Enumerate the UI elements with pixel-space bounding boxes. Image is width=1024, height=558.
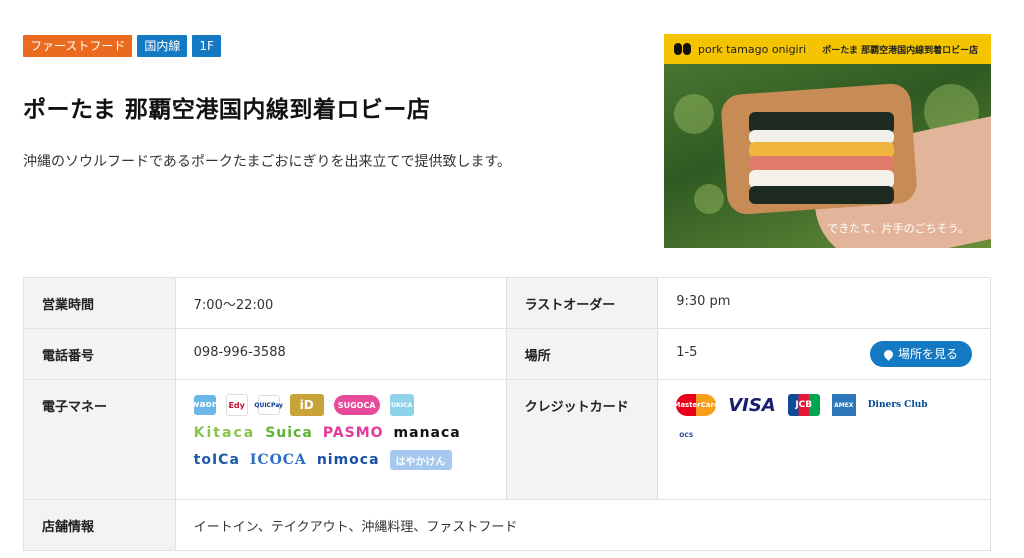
tag-list: ファーストフード 国内線 1F: [23, 35, 221, 57]
phone-label: 電話番号: [23, 328, 176, 380]
emoney-label: 電子マネー: [23, 379, 176, 500]
map-pin-icon: [882, 347, 895, 361]
sugoca-icon: SUGOCA: [333, 395, 380, 415]
edy-icon: Edy: [225, 394, 248, 416]
tag-category[interactable]: ファーストフード: [23, 35, 133, 57]
tag-terminal[interactable]: 国内線: [137, 35, 188, 57]
id-icon: iD: [289, 394, 324, 416]
emoney-logos: waon Edy QUICPay iD SUGOCA OKICA Kitaca …: [174, 379, 507, 500]
hero-brand-band: pork tamago onigiri ポーたま 那覇空港国内線到着ロビー店: [664, 34, 991, 64]
credit-label: クレジットカード: [505, 379, 659, 500]
jcb-icon: JCB: [787, 394, 820, 416]
table-row: 営業時間 7:00〜22:00 ラストオーダー 9:30 pm: [23, 277, 991, 329]
diners-club-logo: Diners Club: [867, 400, 928, 410]
waon-icon: waon: [191, 395, 218, 415]
quicpay-icon: QUICPay: [254, 395, 283, 415]
okica-icon: OKICA: [389, 394, 414, 416]
icoca-logo: ICOCA: [249, 452, 307, 468]
toica-logo: toICa: [193, 452, 240, 468]
suica-logo: Suica: [265, 425, 313, 441]
nimoca-logo: nimoca: [316, 452, 380, 468]
hours-value: 7:00〜22:00: [174, 277, 507, 329]
manaca-logo: manaca: [393, 425, 461, 441]
kitaca-logo: Kitaca: [193, 425, 256, 441]
phone-value[interactable]: 098-996-3588: [174, 328, 507, 380]
hours-label: 営業時間: [23, 277, 176, 329]
hero-caption: できたて、片手のごちそう。: [827, 222, 969, 235]
table-row: 店舗情報 イートイン、テイクアウト、沖縄料理、ファストフード: [23, 499, 992, 551]
visa-logo: VISA: [728, 394, 776, 416]
ocs-icon: OCS: [676, 425, 697, 445]
pasmo-logo: PASMO: [322, 425, 384, 441]
tag-floor[interactable]: 1F: [192, 35, 221, 57]
credit-logos: MasterCard VISA JCB AMEX Diners Club OCS: [657, 379, 991, 500]
store-description: 沖縄のソウルフードであるポークたまごおにぎりを出来立てで提供致します。: [23, 154, 512, 170]
last-order-label: ラストオーダー: [505, 277, 659, 329]
store-info-value: イートイン、テイクアウト、沖縄料理、ファストフード: [174, 499, 992, 551]
store-info-table: 営業時間 7:00〜22:00 ラストオーダー 9:30 pm 電話番号 098…: [23, 277, 992, 551]
amex-icon: AMEX: [831, 394, 856, 416]
last-order-value: 9:30 pm: [657, 277, 991, 329]
store-info-label: 店舗情報: [23, 499, 176, 551]
brand-logo-icon: [674, 43, 692, 55]
hero-brand-jp: ポーたま 那覇空港国内線到着ロビー店: [822, 45, 979, 56]
hero-brand: pork tamago onigiri: [698, 42, 807, 56]
view-location-button[interactable]: 場所を見る: [869, 341, 972, 367]
hero-image: pork tamago onigiri ポーたま 那覇空港国内線到着ロビー店 で…: [664, 34, 991, 248]
view-location-label: 場所を見る: [897, 347, 958, 361]
hayakaken-icon: はやかけん: [389, 450, 452, 470]
page-title: ポーたま 那覇空港国内線到着ロビー店: [23, 97, 431, 123]
location-value: 1-5: [676, 345, 698, 360]
table-row: 電話番号 098-996-3588 場所 1-5 場所を見る: [23, 328, 991, 380]
location-label: 場所: [505, 328, 659, 380]
mastercard-icon: MasterCard: [673, 394, 719, 416]
location-cell: 1-5 場所を見る: [657, 328, 991, 380]
table-row: 電子マネー waon Edy QUICPay iD SUGOCA OKICA K…: [23, 379, 991, 500]
